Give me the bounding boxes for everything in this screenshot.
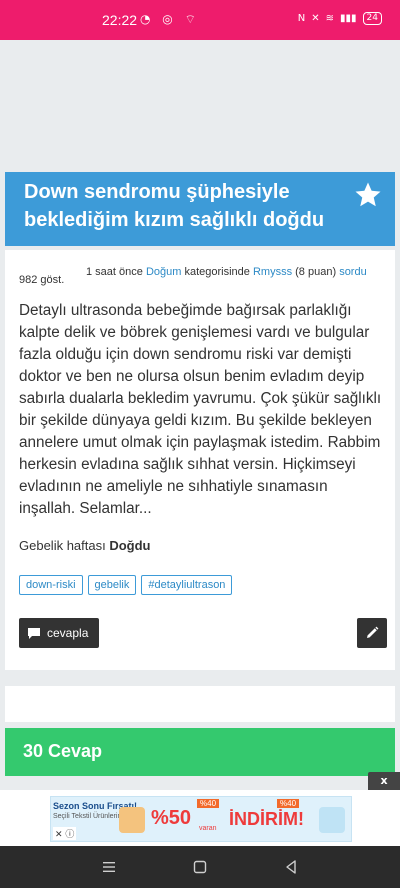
separator-card <box>5 686 395 722</box>
ad-percent: %50 <box>151 807 192 829</box>
reply-button[interactable]: cevapla <box>19 618 99 648</box>
pencil-icon <box>367 626 379 638</box>
question-body: Detaylı ultrasonda bebeğimde bağırsak pa… <box>19 302 382 517</box>
signal-icon: ▮▮▮ <box>340 13 357 24</box>
menu-icon[interactable] <box>100 858 118 876</box>
ad-product-image-2 <box>319 807 345 833</box>
question-title-card: Down sendromu şüphesiyle beklediğim kızı… <box>5 172 395 246</box>
ad-product-image <box>119 807 145 833</box>
ad-badge-1: %40 <box>197 799 220 808</box>
ad-subline: Seçili Tekstil Ürünlerinde <box>53 813 130 820</box>
meta-line: 1 saat önce Doğum kategorisinde Rmysss (… <box>86 266 367 278</box>
action-link[interactable]: sordu <box>339 266 367 278</box>
answers-header: 30 Cevap <box>5 728 395 776</box>
time-ago: 1 saat önce <box>86 266 143 278</box>
battery-icon: 24 <box>362 12 382 25</box>
author-points: (8 puan) <box>295 266 337 278</box>
ad-info-icon[interactable]: ✕ ⓘ <box>53 827 77 840</box>
answers-count: 30 Cevap <box>23 741 103 761</box>
star-icon[interactable] <box>353 180 383 210</box>
tag-list: down-riski gebelik #detayliultrason <box>19 575 233 595</box>
ad-banner[interactable]: Sezon Sonu Fırsatı! Seçili Tekstil Ürünl… <box>50 796 352 842</box>
reply-label: cevapla <box>47 626 89 640</box>
edit-button[interactable] <box>357 618 387 648</box>
home-icon[interactable] <box>191 858 209 876</box>
view-count: 982 göst. <box>19 274 65 286</box>
top-spacer <box>0 40 400 168</box>
wifi-icon: ≋ <box>325 13 335 24</box>
ad-badge-2: %40 <box>277 799 300 808</box>
ad-close-button[interactable]: x <box>368 772 400 790</box>
category-suffix: kategorisinde <box>184 266 250 278</box>
back-icon[interactable] <box>282 858 300 876</box>
notification-icons: ◔ ◎ ⌔ <box>140 12 200 26</box>
question-title: Down sendromu şüphesiyle beklediğim kızı… <box>24 181 325 231</box>
status-right-icons: N ✕ ≋ ▮▮▮ 24 <box>298 12 382 25</box>
week-label: Gebelik haftası <box>19 538 106 553</box>
ad-indirim: İNDİRİM! <box>229 809 304 829</box>
ad-banner-area: Sezon Sonu Fırsatı! Seçili Tekstil Ürünl… <box>0 790 400 846</box>
system-nav-bar <box>0 846 400 888</box>
tag-detayliultrason[interactable]: #detayliultrason <box>141 575 233 595</box>
tag-gebelik[interactable]: gebelik <box>87 575 137 595</box>
category-link[interactable]: Doğum <box>146 266 181 278</box>
ad-varan: varan <box>199 825 217 832</box>
pregnancy-week: Gebelik haftası Doğdu <box>19 538 151 553</box>
author-link[interactable]: Rmysss <box>253 266 292 278</box>
battery-level: 24 <box>366 13 378 23</box>
comment-icon <box>28 627 40 639</box>
status-time: 22:22 <box>102 12 138 28</box>
week-value: Doğdu <box>109 538 151 553</box>
question-content-card: 982 göst. 1 saat önce Doğum kategorisind… <box>5 250 395 670</box>
nfc-icon: N <box>297 13 306 24</box>
silent-icon: ✕ <box>311 13 320 24</box>
status-bar: 22:22 ◔ ◎ ⌔ N ✕ ≋ ▮▮▮ 24 <box>0 0 400 40</box>
tag-down-riski[interactable]: down-riski <box>19 575 83 595</box>
